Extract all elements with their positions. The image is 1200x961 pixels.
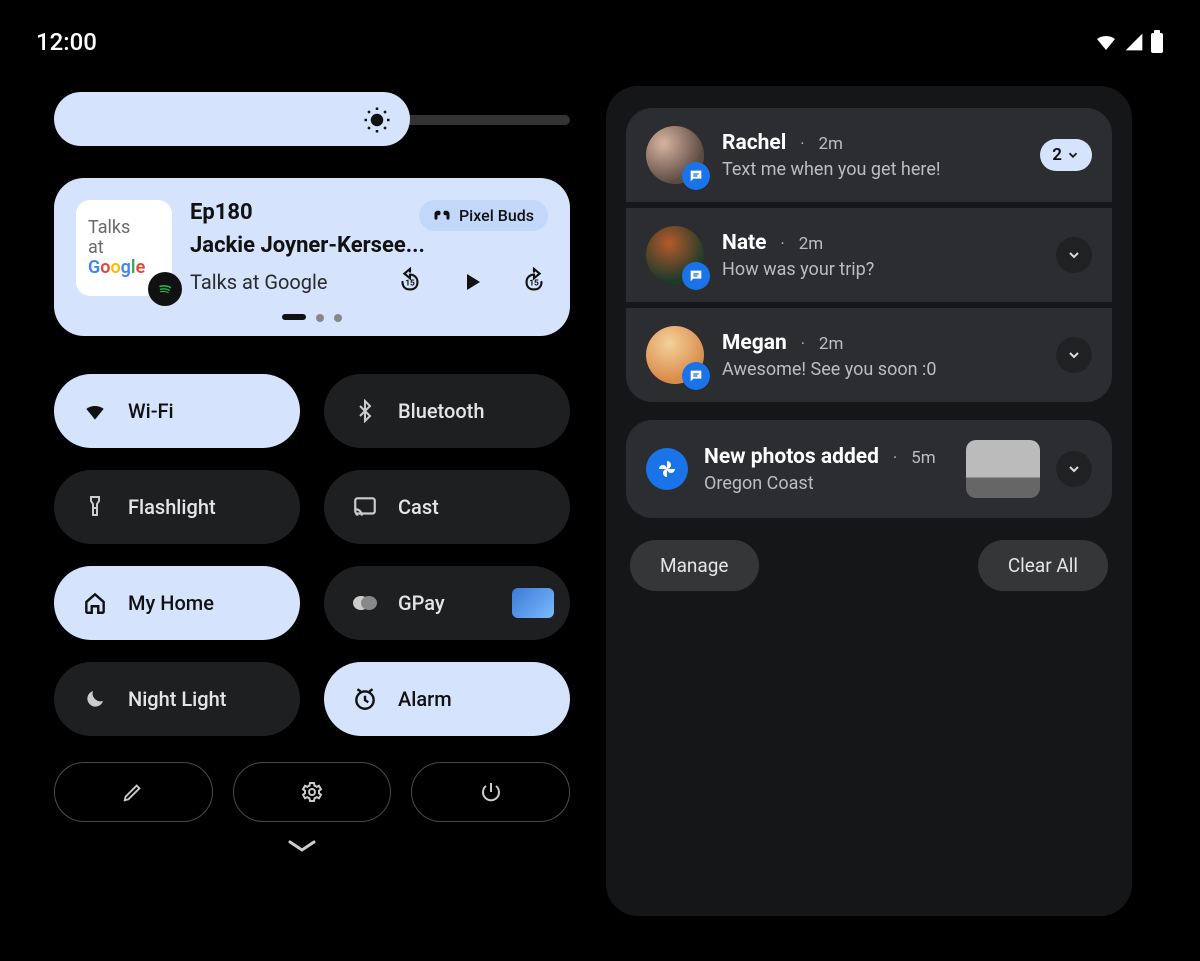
messages-app-icon <box>682 162 710 190</box>
night-light-label: Night Light <box>128 687 226 711</box>
count-value: 2 <box>1052 145 1062 165</box>
clear-all-label: Clear All <box>1008 554 1078 577</box>
moon-icon <box>80 687 110 711</box>
rewind-15-button[interactable]: 15 <box>396 268 424 296</box>
artwork-google-logo: Google <box>88 258 160 278</box>
output-device-label: Pixel Buds <box>459 206 534 225</box>
home-icon <box>80 590 110 616</box>
expand-button[interactable] <box>1056 451 1092 487</box>
conversation-notification[interactable]: Megan·2mAwesome! See you soon :0 <box>626 308 1112 402</box>
alarm-label: Alarm <box>398 687 452 711</box>
wifi-icon <box>80 398 110 424</box>
bluetooth-label: Bluetooth <box>398 399 484 423</box>
quick-settings-grid: Wi-Fi Bluetooth Flashlight Cast <box>54 374 570 736</box>
notification-time: 2m <box>818 134 842 154</box>
status-time: 12:00 <box>36 28 97 56</box>
conversation-notification[interactable]: Nate·2mHow was your trip? <box>626 208 1112 302</box>
avatar <box>646 326 704 384</box>
wifi-label: Wi-Fi <box>128 399 174 423</box>
power-button[interactable] <box>411 762 570 822</box>
photos-notification[interactable]: New photos added · 5m Oregon Coast <box>626 420 1112 518</box>
messages-app-icon <box>682 362 710 390</box>
notification-count-pill[interactable]: 2 <box>1040 139 1092 171</box>
pencil-icon <box>122 781 144 803</box>
signal-icon <box>1124 32 1144 52</box>
gpay-card-preview <box>512 588 554 618</box>
brightness-slider[interactable] <box>54 92 570 148</box>
sender-name: Rachel <box>722 131 786 155</box>
gpay-label: GPay <box>398 591 445 615</box>
play-button[interactable] <box>458 268 486 296</box>
notification-time: 2m <box>819 334 843 354</box>
gear-icon <box>300 780 324 804</box>
home-tile[interactable]: My Home <box>54 566 300 640</box>
home-label: My Home <box>128 591 214 615</box>
night-light-tile[interactable]: Night Light <box>54 662 300 736</box>
wifi-tile[interactable]: Wi-Fi <box>54 374 300 448</box>
artwork-line1: Talks <box>88 218 160 238</box>
conversation-notification[interactable]: Rachel·2mText me when you get here!2 <box>626 108 1112 202</box>
bluetooth-icon <box>350 399 380 423</box>
media-source: Talks at Google <box>190 270 328 294</box>
status-bar: 12:00 <box>0 0 1200 56</box>
message-preview: Awesome! See you soon :0 <box>722 359 1038 380</box>
edit-tiles-button[interactable] <box>54 762 213 822</box>
conversation-group: Rachel·2mText me when you get here!2Nate… <box>626 108 1112 402</box>
manage-label: Manage <box>660 554 729 577</box>
notification-time: 2m <box>799 234 823 254</box>
photos-app-icon <box>646 448 688 490</box>
flashlight-icon <box>80 495 110 519</box>
pager-dot <box>316 314 324 322</box>
notification-panel: Rachel·2mText me when you get here!2Nate… <box>606 86 1132 916</box>
artwork-line2: at <box>88 238 160 258</box>
sender-name: Nate <box>722 231 767 255</box>
brightness-fill <box>54 92 410 146</box>
brightness-icon <box>362 105 392 135</box>
alarm-tile[interactable]: Alarm <box>324 662 570 736</box>
forward-15-button[interactable]: 15 <box>520 268 548 296</box>
output-device-chip[interactable]: Pixel Buds <box>419 200 548 231</box>
bluetooth-tile[interactable]: Bluetooth <box>324 374 570 448</box>
settings-button[interactable] <box>233 762 392 822</box>
media-player-card: Talks at Google Ep180 <box>54 178 570 336</box>
media-title: Jackie Joyner-Kersee... <box>190 233 548 258</box>
media-episode: Ep180 <box>190 200 253 225</box>
media-pager[interactable] <box>76 314 548 322</box>
svg-text:15: 15 <box>529 279 539 289</box>
clear-all-button[interactable]: Clear All <box>978 540 1108 591</box>
photos-subtitle: Oregon Coast <box>704 473 950 494</box>
avatar <box>646 126 704 184</box>
battery-icon <box>1150 30 1164 54</box>
media-artwork: Talks at Google <box>76 200 172 296</box>
cast-label: Cast <box>398 495 439 519</box>
earbuds-icon <box>433 209 451 223</box>
wifi-icon <box>1094 30 1118 54</box>
flashlight-label: Flashlight <box>128 495 216 519</box>
cast-tile[interactable]: Cast <box>324 470 570 544</box>
svg-text:15: 15 <box>405 279 415 289</box>
pager-dot-active <box>282 314 306 320</box>
gpay-tile[interactable]: GPay <box>324 566 570 640</box>
cast-icon <box>350 494 380 520</box>
sender-name: Megan <box>722 331 787 355</box>
photos-title: New photos added <box>704 445 879 469</box>
power-icon <box>479 780 503 804</box>
alarm-icon <box>350 686 380 712</box>
expand-chevron[interactable] <box>34 836 570 856</box>
avatar <box>646 226 704 284</box>
expand-button[interactable] <box>1056 237 1092 273</box>
expand-button[interactable] <box>1056 337 1092 373</box>
pager-dot <box>334 314 342 322</box>
message-preview: Text me when you get here! <box>722 159 1022 180</box>
status-icons <box>1094 30 1164 54</box>
messages-app-icon <box>682 262 710 290</box>
message-preview: How was your trip? <box>722 259 1038 280</box>
spotify-icon <box>148 272 182 306</box>
photos-thumbnail <box>966 440 1040 498</box>
manage-button[interactable]: Manage <box>630 540 759 591</box>
flashlight-tile[interactable]: Flashlight <box>54 470 300 544</box>
photos-time: 5m <box>911 448 935 468</box>
gpay-icon <box>350 593 380 613</box>
